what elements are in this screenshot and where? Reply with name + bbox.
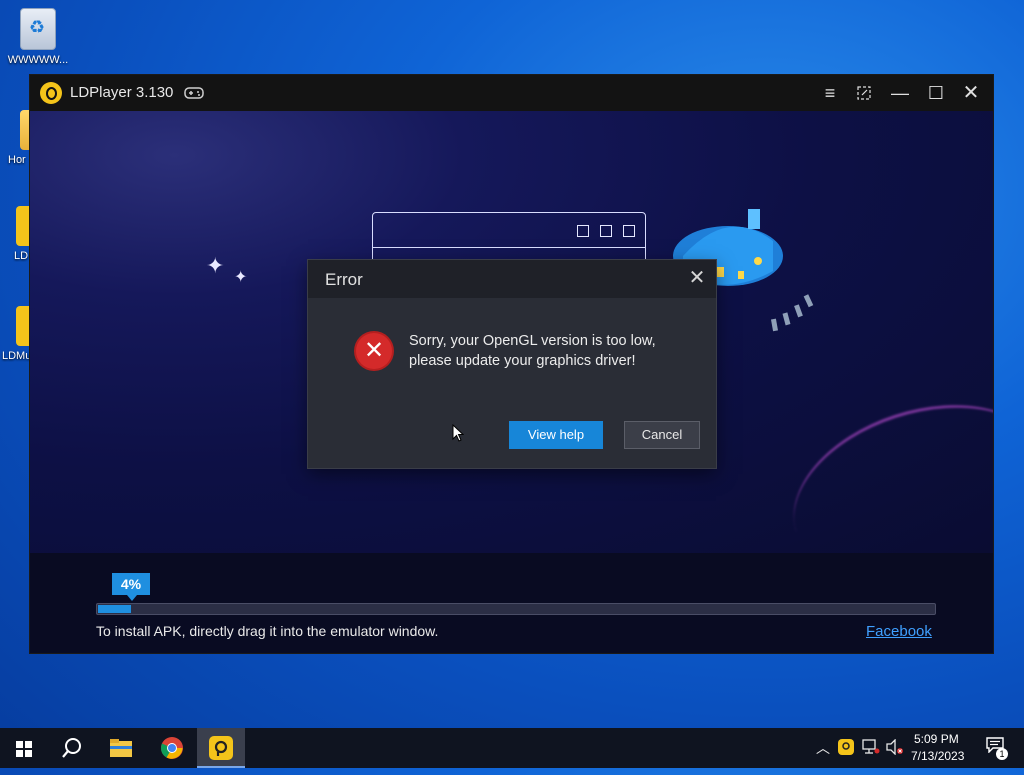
decorative-glow (771, 374, 993, 553)
gamepad-icon[interactable] (184, 85, 204, 101)
volume-muted-icon[interactable] (886, 738, 904, 758)
network-icon[interactable] (862, 739, 880, 758)
recycle-bin-icon (20, 8, 56, 50)
ldplayer-icon (16, 206, 30, 246)
mouse-cursor-icon (452, 423, 465, 447)
error-message-line2: please update your graphics driver! (409, 353, 636, 369)
close-icon[interactable]: ✕ (959, 81, 983, 105)
ldplayer-tray-icon[interactable] (838, 739, 854, 758)
error-message-line1: Sorry, your OpenGL version is too low, (409, 333, 656, 349)
taskbar: ︿ 5:09 PM 7/13/2023 1 (0, 728, 1024, 768)
desktop-icon-label: LDMu (2, 350, 30, 362)
desktop-icon-ldmultiplayer[interactable]: LDMu (0, 306, 30, 362)
maximize-icon[interactable]: ☐ (924, 81, 948, 105)
desktop-icon-label: Hor (8, 154, 26, 166)
desktop-icon-recycle-bin[interactable]: WWWWW... (6, 8, 70, 66)
desktop-icon-folder[interactable]: Hor (0, 110, 34, 166)
sparkle-icon: ✦ (234, 269, 248, 286)
minimize-icon[interactable]: — (888, 81, 912, 105)
file-explorer-icon[interactable] (97, 728, 145, 768)
ldplayer-taskbar-icon[interactable] (197, 728, 245, 768)
chrome-icon[interactable] (148, 728, 196, 768)
error-x-icon: ✕ (356, 333, 392, 369)
menu-icon[interactable]: ≡ (818, 81, 842, 105)
dialog-title: Error (325, 270, 363, 289)
windows-start-icon[interactable] (0, 728, 48, 768)
desktop-icon-label: WWWWW... (7, 54, 69, 66)
fullscreen-icon[interactable] (852, 81, 876, 105)
ldmultiplayer-icon (16, 306, 30, 346)
error-dialog: Error ✕ ✕ Sorry, your OpenGL version is … (308, 260, 716, 468)
ldplayer-logo-icon (40, 82, 62, 104)
sparkle-icon: ✦ (206, 253, 225, 278)
notification-count-badge: 1 (996, 748, 1008, 760)
window-titlebar[interactable]: LDPlayer 3.130 ≡ — ☐ ✕ (30, 75, 993, 111)
install-hint-text: To install APK, directly drag it into th… (96, 623, 439, 639)
cancel-button[interactable]: Cancel (624, 421, 700, 449)
close-icon[interactable]: ✕ (686, 267, 708, 289)
progress-percent-badge: 4% (112, 573, 150, 601)
loading-status-area: 4% To install APK, directly drag it into… (30, 553, 993, 653)
desktop-icon-ldplayer[interactable]: LD (0, 206, 30, 262)
chevron-up-icon[interactable]: ︿ (816, 738, 830, 758)
view-help-button[interactable]: View help (509, 421, 603, 449)
facebook-link[interactable]: Facebook (866, 623, 932, 640)
window-title: LDPlayer 3.130 (70, 84, 174, 101)
desktop-icon-label: LD (14, 250, 29, 262)
search-icon[interactable] (48, 728, 96, 768)
clock-date[interactable]: 7/13/2023 (911, 749, 964, 763)
progress-bar-fill (98, 605, 131, 613)
clock-time[interactable]: 5:09 PM (914, 732, 959, 746)
progress-bar (96, 603, 936, 615)
dialog-header[interactable]: Error ✕ (308, 260, 716, 298)
